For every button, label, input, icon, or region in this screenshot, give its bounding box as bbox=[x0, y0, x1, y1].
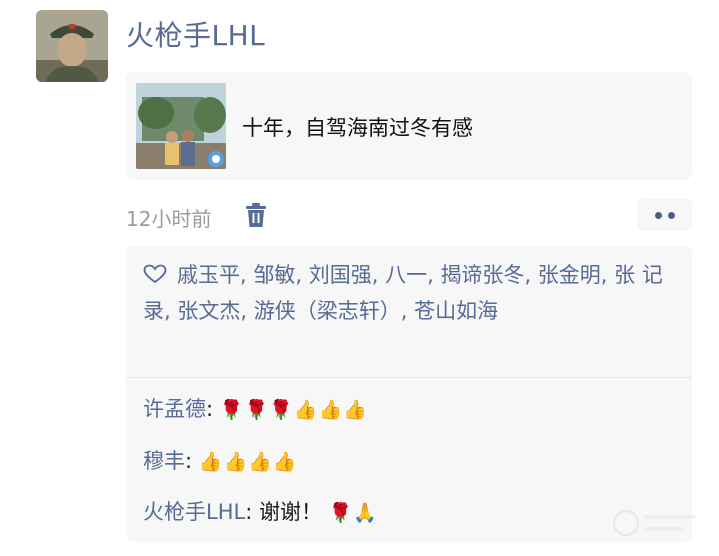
like-name[interactable]: 戚玉平 bbox=[177, 263, 240, 287]
comment-row[interactable]: 穆丰: 👍👍👍👍 bbox=[143, 446, 297, 477]
like-separator: , bbox=[400, 299, 415, 323]
comment-author[interactable]: 许孟德 bbox=[143, 397, 206, 421]
thumbs-up-emoji: 👍 bbox=[248, 451, 272, 473]
post-meta-row: 12小时前 bbox=[126, 199, 692, 231]
rose-emoji: 🌹 bbox=[328, 502, 353, 524]
link-thumbnail bbox=[136, 83, 226, 169]
like-separator: , bbox=[524, 263, 538, 287]
comment-separator: : bbox=[185, 449, 199, 473]
moment-post: { "post": { "author": "火枪手LHL", "link_ti… bbox=[0, 0, 719, 556]
comment-author[interactable]: 火枪手LHL bbox=[143, 500, 245, 524]
watermark-logo bbox=[613, 510, 696, 536]
pray-hands-emoji: 🙏 bbox=[353, 502, 377, 524]
thumbs-up-emoji: 👍 bbox=[318, 399, 343, 421]
like-name[interactable]: 游侠（梁志轩） bbox=[254, 299, 401, 323]
like-name[interactable]: 八一 bbox=[385, 263, 427, 287]
like-separator: , bbox=[240, 299, 254, 323]
like-name[interactable]: 邹敏 bbox=[253, 263, 295, 287]
link-title: 十年，自驾海南过冬有感 bbox=[242, 116, 473, 140]
heart-icon bbox=[143, 264, 167, 284]
avatar-photo bbox=[36, 10, 108, 82]
more-dots-icon bbox=[654, 211, 662, 219]
like-separator: , bbox=[240, 263, 254, 287]
like-separator: , bbox=[427, 263, 441, 287]
author-avatar[interactable] bbox=[36, 10, 108, 82]
like-name[interactable]: 张文杰 bbox=[177, 299, 240, 323]
like-separator: , bbox=[371, 263, 386, 287]
interaction-panel: 戚玉平, 邹敏, 刘国强, 八一, 揭谛张冬, 张金明, 张 记录, 张文杰, … bbox=[126, 246, 692, 542]
rose-emoji: 🌹 bbox=[219, 399, 244, 421]
like-names: 戚玉平, 邹敏, 刘国强, 八一, 揭谛张冬, 张金明, 张 记录, 张文杰, … bbox=[143, 263, 663, 323]
post-time: 12小时前 bbox=[126, 207, 212, 231]
divider bbox=[126, 377, 692, 378]
comment-separator: : bbox=[206, 397, 220, 421]
like-separator: , bbox=[295, 263, 309, 287]
likes-list: 戚玉平, 邹敏, 刘国强, 八一, 揭谛张冬, 张金明, 张 记录, 张文杰, … bbox=[143, 257, 678, 329]
shared-link-card[interactable]: 十年，自驾海南过冬有感 bbox=[126, 72, 692, 180]
thumbs-up-emoji: 👍 bbox=[198, 451, 223, 473]
like-name[interactable]: 苍山如海 bbox=[414, 299, 498, 323]
like-name[interactable]: 揭谛张冬 bbox=[440, 263, 524, 287]
rose-emoji: 🌹 bbox=[244, 399, 269, 421]
like-name[interactable]: 张金明 bbox=[538, 263, 601, 287]
more-dot bbox=[667, 211, 675, 219]
comment-row[interactable]: 火枪手LHL: 谢谢！ 🌹🙏 bbox=[143, 497, 378, 528]
like-separator: , bbox=[600, 263, 615, 287]
author-name[interactable]: 火枪手LHL bbox=[126, 14, 265, 54]
thumbs-up-emoji: 👍 bbox=[272, 451, 297, 473]
comment-row[interactable]: 许孟德: 🌹🌹🌹👍👍👍 bbox=[143, 394, 368, 425]
comment-author[interactable]: 穆丰 bbox=[143, 449, 185, 473]
thumbs-up-emoji: 👍 bbox=[293, 399, 318, 421]
like-separator: , bbox=[164, 299, 178, 323]
rose-emoji: 🌹 bbox=[269, 399, 293, 421]
thumbs-up-emoji: 👍 bbox=[343, 399, 367, 421]
comment-text: 谢谢！ bbox=[258, 500, 329, 524]
comment-separator: : bbox=[245, 500, 259, 524]
more-options-button[interactable] bbox=[637, 199, 692, 231]
photo-icon bbox=[136, 83, 226, 169]
trash-icon[interactable] bbox=[244, 201, 268, 229]
thumbs-up-emoji: 👍 bbox=[223, 451, 248, 473]
like-name[interactable]: 刘国强 bbox=[309, 263, 372, 287]
